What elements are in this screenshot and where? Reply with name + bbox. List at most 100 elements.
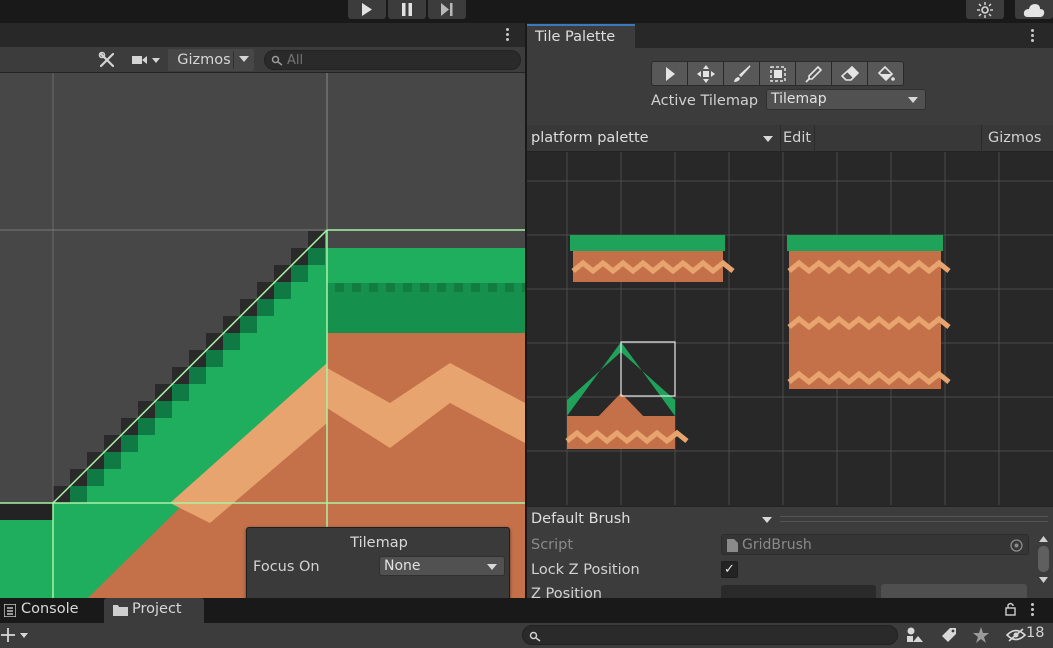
- scene-search-input[interactable]: [287, 52, 507, 68]
- scene-menu-icon[interactable]: [505, 28, 509, 41]
- play-button[interactable]: [348, 0, 386, 19]
- eyedropper-icon: [804, 65, 822, 83]
- stair-dark: [206, 350, 223, 367]
- gizmos-button[interactable]: Gizmos: [168, 49, 254, 71]
- pause-button[interactable]: [388, 0, 426, 19]
- stair-dark: [70, 486, 87, 503]
- lock-z-checkbox[interactable]: ✓: [721, 561, 738, 578]
- stair-dark: [155, 401, 172, 418]
- active-tilemap-label: Active Tilemap: [651, 93, 759, 109]
- project-label: Project: [132, 601, 182, 617]
- tab-project[interactable]: Project: [104, 598, 204, 623]
- palette-tools-bar: [527, 48, 1053, 125]
- object-picker-icon[interactable]: [1010, 539, 1023, 552]
- console-label: Console: [21, 601, 79, 617]
- tilemap-focus-overlay: Tilemap Focus On None: [246, 527, 510, 598]
- scene-search-field[interactable]: [264, 50, 521, 70]
- tile-palette-panel: Tile Palette Active Tilemap Tilemap plat…: [527, 23, 1053, 598]
- search-by-type-icon[interactable]: [906, 627, 924, 643]
- move-tool-button[interactable]: [687, 61, 724, 86]
- brush-icon: [733, 64, 751, 82]
- lock-z-label: Lock Z Position: [531, 562, 640, 578]
- eraser-icon: [840, 65, 859, 81]
- script-value: GridBrush: [742, 537, 812, 553]
- tile-grass-top: [570, 235, 725, 251]
- tab-console[interactable]: Console: [0, 598, 104, 623]
- tab-tile-palette[interactable]: Tile Palette: [527, 24, 635, 48]
- stair-dark: [291, 265, 308, 282]
- star-icon[interactable]: [973, 627, 989, 643]
- box-fill-tool-button[interactable]: [759, 61, 796, 86]
- left-grass: [0, 520, 53, 598]
- focus-on-label: Focus On: [253, 559, 320, 575]
- search-icon: [529, 631, 541, 642]
- z-position-label: Z Position: [531, 586, 602, 598]
- select-tool-button[interactable]: [651, 61, 688, 86]
- grass-checker: [420, 283, 429, 292]
- move-icon: [696, 64, 715, 83]
- project-toolbar: 18: [0, 623, 1053, 648]
- stair-dark: [121, 435, 138, 452]
- tools-toggle[interactable]: [94, 49, 120, 71]
- properties-scrollbar[interactable]: [1034, 532, 1053, 598]
- scene-tilemap-render: [0, 73, 525, 598]
- bottom-tab-bar: Console Project: [0, 598, 1053, 623]
- brush-dropdown[interactable]: Default Brush: [527, 507, 777, 533]
- chevron-down-icon: [487, 564, 497, 570]
- active-tilemap-dropdown[interactable]: Tilemap: [766, 89, 926, 110]
- edit-label: Edit: [783, 130, 812, 146]
- lock-icon[interactable]: [1005, 602, 1016, 616]
- palette-selector-bar: platform palette Edit Gizmos: [527, 125, 1053, 152]
- brush-splitter[interactable]: [780, 516, 1048, 522]
- script-field[interactable]: GridBrush: [721, 534, 1029, 555]
- palette-dropdown[interactable]: platform palette: [527, 125, 779, 152]
- scrollbar-thumb[interactable]: [1038, 546, 1049, 572]
- paint-bucket-icon: [877, 65, 895, 81]
- palette-tile-grid[interactable]: [527, 152, 1053, 505]
- folder-icon: [113, 605, 128, 616]
- select-arrow-icon: [665, 66, 675, 81]
- camera-icon: [132, 56, 160, 64]
- picker-tool-button[interactable]: [795, 61, 832, 86]
- scroll-up-icon[interactable]: [1039, 536, 1048, 542]
- scene-panel: Gizmos Tilemap Focus On None: [0, 23, 525, 598]
- z-position-slider[interactable]: [881, 584, 1027, 598]
- project-search-field[interactable]: [522, 625, 898, 645]
- project-menu-icon[interactable]: [1030, 603, 1034, 616]
- camera-dropdown[interactable]: [126, 49, 164, 71]
- scroll-down-icon[interactable]: [1039, 577, 1048, 583]
- stair-dark: [172, 384, 189, 401]
- step-icon: [441, 3, 453, 16]
- chevron-down-icon: [762, 517, 772, 523]
- scene-view-canvas[interactable]: Tilemap Focus On None: [0, 73, 525, 598]
- chevron-down-icon[interactable]: [239, 56, 249, 63]
- tile-selection-box: [620, 341, 676, 397]
- palette-tiles-render: [527, 152, 1053, 505]
- stair-dark: [257, 299, 274, 316]
- cloud-button[interactable]: [1015, 0, 1053, 19]
- hidden-eye-icon[interactable]: [1006, 628, 1026, 642]
- tile-big-grass: [787, 235, 943, 251]
- brush-bar: Default Brush: [527, 506, 1053, 532]
- focus-on-dropdown[interactable]: None: [379, 556, 505, 576]
- add-icon[interactable]: [0, 627, 30, 643]
- flood-fill-tool-button[interactable]: [867, 61, 904, 86]
- edit-palette-button[interactable]: Edit: [780, 125, 815, 152]
- grass-checker: [386, 283, 395, 292]
- stair-dark: [104, 452, 121, 469]
- palette-gizmos-toggle[interactable]: Gizmos: [981, 125, 1053, 152]
- tools-icon: [98, 51, 115, 68]
- script-file-icon: [727, 539, 738, 552]
- step-button[interactable]: [428, 0, 466, 19]
- paint-tool-button[interactable]: [723, 61, 760, 86]
- scene-toolbar: Gizmos: [0, 47, 525, 73]
- erase-tool-button[interactable]: [831, 61, 868, 86]
- main-toolbar: [0, 0, 1053, 23]
- stair-dark: [138, 418, 155, 435]
- palette-menu-icon[interactable]: [1030, 29, 1034, 42]
- script-label: Script: [531, 537, 574, 553]
- overlay-title: Tilemap: [350, 535, 408, 551]
- z-position-field[interactable]: [721, 585, 876, 598]
- lighting-button[interactable]: [966, 0, 1004, 19]
- label-tag-icon[interactable]: [941, 627, 957, 643]
